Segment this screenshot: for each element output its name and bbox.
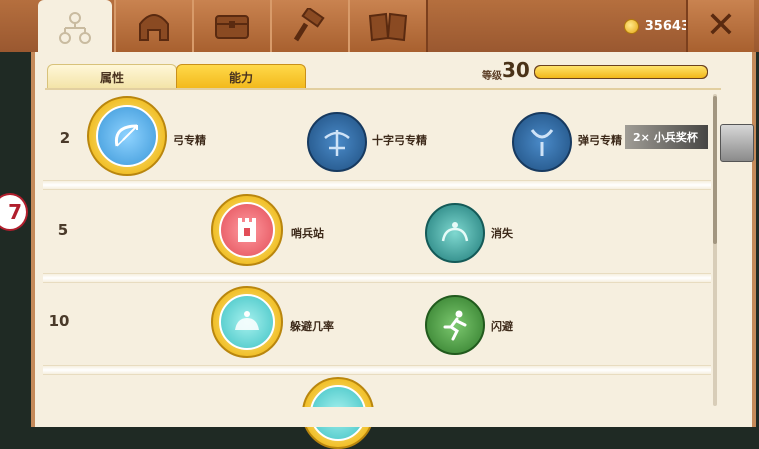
skill-vanish[interactable]	[425, 203, 485, 263]
reward-notification: 2× 小兵奖杯	[625, 125, 708, 149]
level-progress-bar	[534, 65, 708, 79]
subtab-abilities[interactable]: 能力	[176, 64, 306, 89]
chest-icon	[215, 15, 249, 39]
tab-helmet[interactable]	[114, 0, 194, 52]
level-label: 等级	[482, 71, 502, 82]
helmet-icon	[139, 14, 169, 41]
slingshot-icon	[530, 129, 554, 156]
left-backdrop	[0, 52, 31, 427]
skill-evade[interactable]	[425, 295, 485, 355]
row-level-2: 2	[59, 129, 71, 147]
skill-dodge-chance[interactable]	[211, 286, 283, 358]
panel-bottom-mask	[35, 407, 752, 427]
hierarchy-icon	[59, 12, 91, 44]
level-progress-fill	[535, 66, 707, 78]
row-divider	[43, 180, 711, 190]
abilities-panel: 属性 能力 等级 30 2 弓专精 十字弓专精 弹弓专精 5 哨兵站 消失 10…	[31, 52, 756, 449]
level-value: 30	[502, 58, 530, 82]
skill-label-vanish: 消失	[491, 227, 513, 240]
skill-slingshot-mastery[interactable]	[512, 112, 572, 172]
skill-label-crossbow-mastery: 十字弓专精	[372, 134, 427, 147]
tab-chest[interactable]	[192, 0, 272, 52]
reward-count: 2×	[633, 130, 650, 144]
gold-coin-icon	[623, 18, 639, 34]
row-divider	[43, 273, 711, 283]
bow-icon	[114, 124, 138, 147]
crossbow-icon	[324, 130, 350, 156]
row-level-5: 5	[57, 221, 69, 239]
subtab-underline	[45, 88, 721, 90]
skill-label-bow-mastery: 弓专精	[173, 134, 206, 147]
tower-icon	[238, 218, 256, 242]
book-icon	[368, 12, 408, 42]
trophy-icon	[720, 124, 754, 162]
skill-crossbow-mastery[interactable]	[307, 112, 367, 172]
skill-label-evade: 闪避	[491, 320, 513, 333]
runner-icon	[443, 310, 467, 341]
skill-label-dodge-chance: 躲避几率	[290, 320, 334, 333]
skill-label-sentry-post: 哨兵站	[291, 227, 324, 240]
currency-display: 35643	[430, 0, 690, 52]
hammer-icon	[293, 8, 325, 42]
row-level-10: 10	[48, 312, 70, 330]
currency-amount: 35643	[644, 18, 690, 34]
close-button[interactable]: ✕	[686, 0, 754, 52]
reward-text: 小兵奖杯	[653, 131, 698, 144]
skill-bow-mastery[interactable]	[87, 96, 167, 176]
side-badge-value: 7	[8, 200, 22, 224]
tab-book[interactable]	[348, 0, 428, 52]
subtab-attributes[interactable]: 属性	[47, 64, 177, 89]
skill-sentry-post[interactable]	[211, 194, 283, 266]
tab-hierarchy[interactable]	[38, 0, 112, 56]
vanish-icon	[441, 222, 469, 242]
dodge-icon	[235, 311, 259, 330]
skill-label-slingshot-mastery: 弹弓专精	[578, 134, 622, 147]
scrollbar-thumb[interactable]	[713, 96, 717, 244]
row-divider	[43, 365, 711, 375]
tab-hammer[interactable]	[270, 0, 350, 52]
close-icon: ✕	[705, 5, 737, 46]
